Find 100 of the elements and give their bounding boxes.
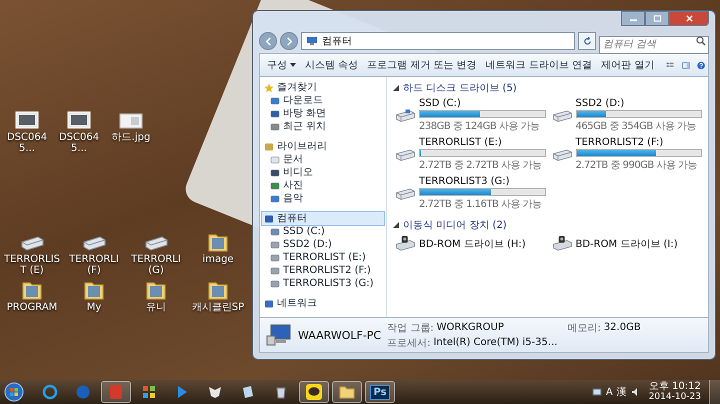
detail-value: Intel(R) Core(TM) i5-35...: [433, 337, 558, 348]
computer-name: WAARWOLF-PC: [298, 328, 382, 342]
folder-icon[interactable]: [20, 280, 44, 300]
desktop-icon-label[interactable]: image: [202, 254, 234, 265]
computer-icon: [266, 324, 292, 346]
nav-item[interactable]: TERRORLIST3 (G:): [262, 277, 384, 290]
folder-icon: [339, 384, 355, 400]
nav-item[interactable]: 네트워크: [262, 297, 384, 310]
desktop-icon-label[interactable]: My: [86, 302, 102, 313]
free-space-text: 238GB 중 124GB 사용 가능: [419, 120, 541, 133]
computer-icon: [306, 36, 318, 46]
start-button[interactable]: [4, 382, 24, 402]
help-icon[interactable]: [696, 60, 705, 70]
forward-button[interactable]: [280, 32, 298, 50]
taskbar-app[interactable]: Ps: [365, 381, 395, 403]
fox-mask-icon: [207, 384, 223, 400]
search-icon: [696, 36, 706, 46]
nav-item[interactable]: 다운로드: [262, 94, 384, 107]
drive-name: BD-ROM 드라이브 (H:): [419, 238, 527, 250]
nav-item[interactable]: 최근 위치: [262, 120, 384, 133]
folder-icon[interactable]: [82, 280, 106, 300]
photoshop-label: Ps: [370, 384, 390, 400]
toolbar-button[interactable]: 네트워크 드라이브 연결: [482, 56, 596, 74]
back-button[interactable]: [259, 32, 277, 50]
group-header[interactable]: 하드 디스크 드라이브 (5): [403, 81, 517, 95]
search-field[interactable]: 컴퓨터 검색: [599, 36, 709, 54]
ime-indicator[interactable]: 漢: [616, 385, 627, 399]
drive-tile[interactable]: TERRORLIST3 (G:) 2.72TB 중 1.16TB 사용 가능: [395, 176, 546, 211]
nav-item[interactable]: 라이브러리: [262, 140, 384, 153]
drive-name: SSD (C:): [419, 98, 462, 109]
desktop-icon-label[interactable]: TERRORLI (G): [126, 254, 186, 276]
close-button[interactable]: [669, 11, 709, 26]
nav-item[interactable]: 컴퓨터: [262, 212, 384, 225]
desktop-icon-label[interactable]: DSC0645...: [2, 132, 52, 154]
drive-tile[interactable]: BD-ROM 드라이브 (H:): [395, 235, 546, 252]
desktop-icon-label[interactable]: 캐시클린SP: [192, 302, 244, 313]
group-header[interactable]: 이동식 미디어 장치 (2): [403, 218, 507, 232]
nav-item[interactable]: 즐겨찾기: [262, 81, 384, 94]
nav-item[interactable]: SSD2 (D:): [262, 238, 384, 251]
desktop-icon-label[interactable]: TERRORLI (F): [64, 254, 124, 276]
nav-item[interactable]: TERRORLIST2 (F:): [262, 264, 384, 277]
desktop-icon-label[interactable]: DSC0645...: [54, 132, 104, 154]
minimize-button[interactable]: [621, 11, 645, 26]
drive-tile[interactable]: BD-ROM 드라이브 (I:): [552, 235, 702, 252]
detail-label: 작업 그룹:: [387, 322, 434, 334]
drive-name: SSD2 (D:): [576, 98, 626, 109]
drive-tile[interactable]: TERRORLIST2 (F:) 2.72TB 중 990GB 사용 가능: [552, 137, 702, 172]
close-icon: [684, 15, 694, 22]
taskbar-app[interactable]: [299, 381, 329, 403]
four-squares-icon: [141, 384, 157, 400]
show-desktop-button[interactable]: [709, 380, 720, 404]
globe-icon: [75, 384, 91, 400]
desktop-icon-label[interactable]: TERRORLIST (E): [2, 254, 62, 276]
free-space-text: 2.72TB 중 990GB 사용 가능: [576, 159, 698, 172]
collapse-icon[interactable]: [393, 85, 399, 91]
note-icon: [240, 384, 256, 400]
refresh-button[interactable]: [578, 32, 596, 50]
drive-name: TERRORLIST2 (F:): [576, 137, 664, 148]
nav-item[interactable]: TERRORLIST (E:): [262, 251, 384, 264]
free-space-text: 465GB 중 354GB 사용 가능: [576, 120, 698, 133]
photo-file-icon[interactable]: [67, 110, 91, 130]
free-space-text: 2.72TB 중 1.16TB 사용 가능: [419, 198, 543, 211]
toolbar-button[interactable]: 구성: [263, 56, 300, 74]
nav-item[interactable]: 비디오: [262, 166, 384, 179]
desktop-icon-label[interactable]: 하드.jpg: [112, 132, 150, 143]
nav-item[interactable]: 문서: [262, 153, 384, 166]
toolbar-button[interactable]: 제어판 열기: [597, 56, 658, 74]
nav-item[interactable]: 바탕 화면: [262, 107, 384, 120]
photo-file-icon[interactable]: [15, 110, 39, 130]
folder-icon[interactable]: [206, 232, 230, 252]
toolbar-button[interactable]: 프로그램 제거 또는 변경: [363, 56, 481, 74]
collapse-icon[interactable]: [393, 222, 399, 228]
network-icon[interactable]: [592, 387, 602, 397]
preview-pane-icon[interactable]: [682, 60, 690, 70]
nav-item[interactable]: 사진: [262, 179, 384, 192]
taskbar-app[interactable]: [332, 381, 362, 403]
drive-name: TERRORLIST3 (G:): [419, 176, 511, 187]
desktop-icon-label[interactable]: PROGRAM: [6, 302, 58, 313]
star-icon: [264, 82, 274, 92]
maximize-icon: [652, 15, 662, 22]
detail-label: 메모리:: [567, 322, 601, 334]
e-logo-icon: [42, 384, 58, 400]
maximize-button[interactable]: [645, 11, 669, 26]
detail-value: WORKGROUP: [436, 322, 504, 333]
drive-tile[interactable]: TERRORLIST (E:) 2.72TB 중 2.72TB 사용 가능: [395, 137, 546, 172]
desktop-icon-label[interactable]: 유니: [146, 302, 166, 313]
folder-icon[interactable]: [144, 280, 168, 300]
optical-drive-icon: [395, 235, 416, 252]
toolbar-button[interactable]: 시스템 속성: [301, 56, 362, 74]
clock[interactable]: 오후 10:12 2014-10-23: [644, 381, 705, 403]
refresh-icon: [582, 36, 592, 46]
drive-name: BD-ROM 드라이브 (I:): [576, 238, 679, 250]
folder-icon[interactable]: [206, 280, 230, 300]
drive-tile[interactable]: SSD (C:) 238GB 중 124GB 사용 가능: [395, 98, 546, 133]
nav-item[interactable]: 음악: [262, 192, 384, 205]
hard-drive-icon: [395, 107, 416, 124]
nav-item[interactable]: SSD (C:): [262, 225, 384, 238]
drive-tile[interactable]: SSD2 (D:) 465GB 중 354GB 사용 가능: [552, 98, 702, 133]
address-bar[interactable]: 컴퓨터: [301, 32, 575, 50]
ime-indicator[interactable]: A: [606, 386, 613, 398]
